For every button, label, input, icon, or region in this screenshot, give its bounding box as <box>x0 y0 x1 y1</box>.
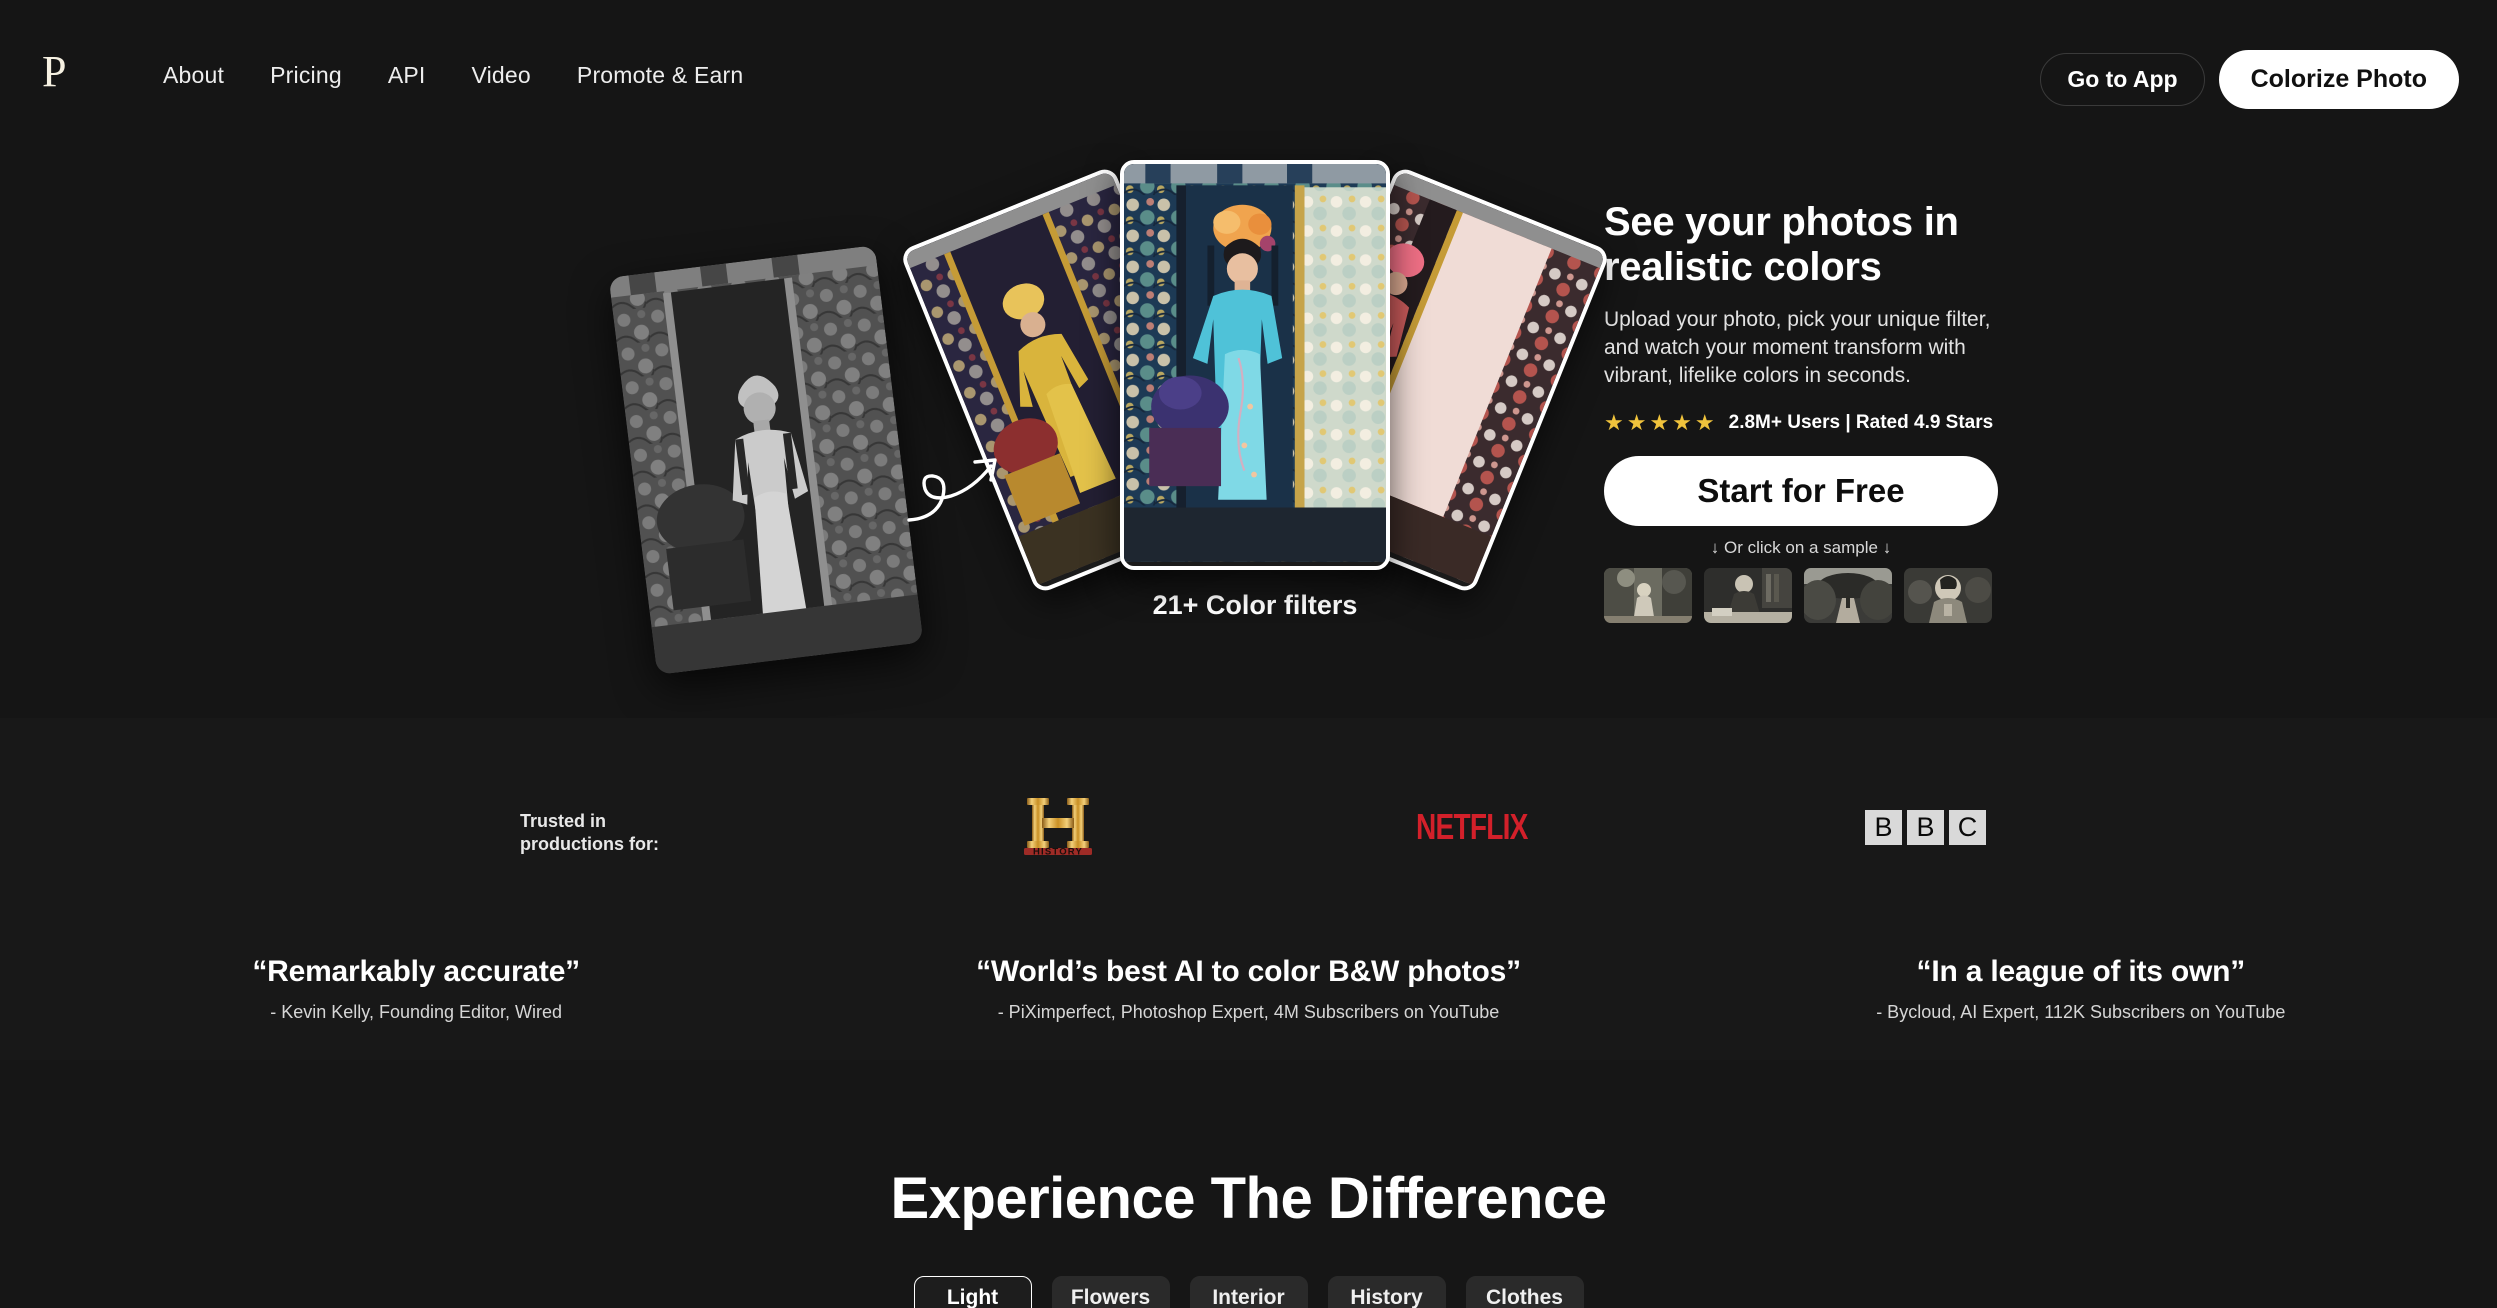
experience-difference-title: Experience The Difference <box>890 1166 1607 1231</box>
testimonial-3: “In a league of its own” - Bycloud, AI E… <box>1665 955 2497 1023</box>
testimonial-attribution: - Kevin Kelly, Founding Editor, Wired <box>270 1002 563 1022</box>
testimonial-2: “World’s best AI to color B&W photos” - … <box>832 955 1664 1023</box>
nav-item-about[interactable]: About <box>140 62 247 89</box>
thumb-photo <box>1704 568 1792 624</box>
nav-actions: Go to App Colorize Photo <box>2040 50 2459 109</box>
curly-arrow-icon <box>907 458 997 522</box>
brand-logo[interactable]: P <box>42 50 66 94</box>
testimonial-quote: “Remarkably accurate” <box>252 955 580 988</box>
sample-thumbnail-garden-path[interactable] <box>1804 568 1892 624</box>
trusted-label-line1: Trusted in <box>520 811 607 831</box>
start-for-free-button[interactable]: Start for Free <box>1604 456 1998 527</box>
hero-headline-line1: See your photos in <box>1604 200 1959 244</box>
sample-thumbnail-woman-garden[interactable] <box>1604 568 1692 624</box>
top-navigation-bar: P About Pricing API Video Promote & Earn… <box>0 0 2497 110</box>
colorized-card-blue[interactable] <box>1120 160 1390 570</box>
difference-tab-row: Light Flowers Interior History Clothes <box>0 1276 2497 1308</box>
bbc-logo: B B C <box>1865 810 1986 845</box>
colorize-photo-button[interactable]: Colorize Photo <box>2218 50 2459 109</box>
bbc-letter-b1: B <box>1865 810 1902 845</box>
tab-interior[interactable]: Interior <box>1189 1276 1308 1308</box>
colorized-cards-fan <box>899 150 1611 620</box>
history-channel-logo: HISTORY <box>1024 798 1092 858</box>
sample-thumbnail-migrant-mother[interactable] <box>1904 568 1992 624</box>
thumb-photo <box>1804 568 1892 624</box>
testimonial-quote: “In a league of its own” <box>1916 955 2246 988</box>
tab-flowers[interactable]: Flowers <box>1051 1276 1170 1308</box>
sample-thumbnails <box>1604 568 2004 624</box>
hero-section: P About Pricing API Video Promote & Earn… <box>0 0 2497 718</box>
tab-history[interactable]: History <box>1327 1276 1446 1308</box>
testimonial-quote: “World’s best AI to color B&W photos” <box>976 955 1521 988</box>
nav-item-pricing[interactable]: Pricing <box>247 62 365 89</box>
nav-item-promote-earn[interactable]: Promote & Earn <box>554 62 766 89</box>
sample-thumbnail-einstein-desk[interactable] <box>1704 568 1792 624</box>
tab-light[interactable]: Light <box>913 1276 1032 1308</box>
trusted-label-line2: productions for: <box>520 834 659 855</box>
star-rating-icon: ★★★★★ <box>1604 410 1718 436</box>
nav-item-api[interactable]: API <box>365 62 449 89</box>
colorized-photo-blue <box>1124 164 1386 562</box>
testimonial-1: “Remarkably accurate” - Kevin Kelly, Fou… <box>0 955 832 1023</box>
bbc-letter-c: C <box>1949 810 1986 845</box>
sample-hint-text: ↓ Or click on a sample ↓ <box>1710 538 1892 558</box>
nav-item-video[interactable]: Video <box>448 62 553 89</box>
thumb-photo <box>1904 568 1992 624</box>
svg-text:HISTORY: HISTORY <box>1033 847 1083 858</box>
testimonial-attribution: - Bycloud, AI Expert, 112K Subscribers o… <box>1876 1002 2286 1022</box>
testimonials-row: “Remarkably accurate” - Kevin Kelly, Fou… <box>0 955 2497 1023</box>
black-and-white-original-card <box>608 245 924 675</box>
testimonial-attribution: - PiXimperfect, Photoshop Expert, 4M Sub… <box>997 1002 1500 1022</box>
trusted-in-productions-label: Trusted in productions for: <box>520 810 820 856</box>
bbc-letter-b2: B <box>1907 810 1944 845</box>
nav-links: About Pricing API Video Promote & Earn <box>140 62 766 89</box>
rating-text: 2.8M+ Users | Rated 4.9 Stars <box>1728 412 1994 434</box>
hero-subtitle: Upload your photo, pick your unique filt… <box>1604 308 1991 388</box>
rating-row: ★★★★★ 2.8M+ Users | Rated 4.9 Stars <box>1604 412 2004 434</box>
tab-clothes[interactable]: Clothes <box>1465 1276 1584 1308</box>
bw-photo <box>608 245 924 675</box>
color-filters-label: 21+ Color filters <box>1152 590 1358 620</box>
netflix-logo: NETFLIX <box>1416 806 1528 847</box>
go-to-app-button[interactable]: Go to App <box>2040 53 2205 106</box>
landing-page: P About Pricing API Video Promote & Earn… <box>0 0 2497 1308</box>
hero-headline-line2: realistic colors <box>1604 245 1882 290</box>
thumb-photo <box>1604 568 1692 624</box>
hero-headline: See your photos in realistic colors <box>1604 200 2004 290</box>
hero-copy: See your photos in realistic colors Uplo… <box>1604 200 2004 624</box>
hero-visual: 21+ Color filters <box>0 150 1611 690</box>
